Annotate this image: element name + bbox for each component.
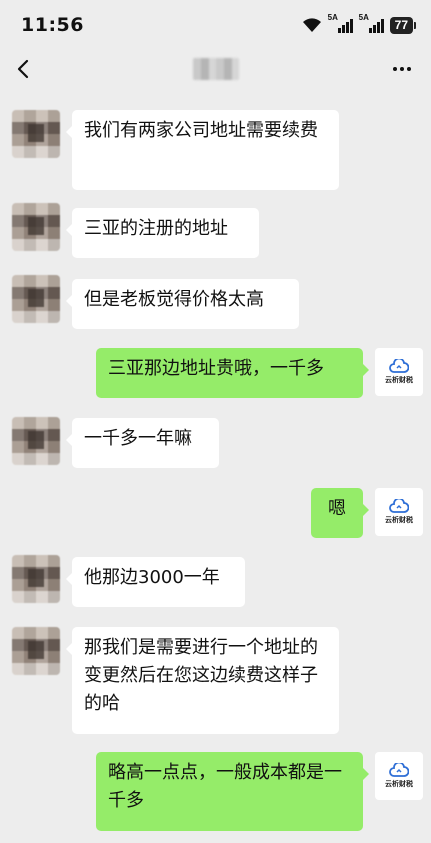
wifi-icon <box>302 18 321 32</box>
brand-name: 云析财税 <box>385 376 413 384</box>
back-button[interactable] <box>10 54 40 84</box>
incoming-message-bubble[interactable]: 那我们是需要进行一个地址的变更然后在您这边续费这样子的哈 <box>66 627 339 734</box>
contact-avatar[interactable] <box>12 110 60 158</box>
my-avatar[interactable]: 云析财税 <box>375 488 423 536</box>
cloud-logo-icon <box>389 499 409 513</box>
brand-name: 云析财税 <box>385 516 413 524</box>
contact-avatar[interactable] <box>12 555 60 603</box>
contact-avatar[interactable] <box>12 627 60 675</box>
signal-label: 5A <box>327 13 338 22</box>
incoming-message-bubble[interactable]: 三亚的注册的地址 <box>66 208 259 258</box>
signal-strength-icon-2: 5A <box>359 13 384 33</box>
more-dots-icon <box>393 67 397 71</box>
outgoing-message-bubble[interactable]: 嗯 <box>311 488 369 538</box>
chevron-left-icon <box>17 59 29 79</box>
incoming-message-bubble[interactable]: 但是老板觉得价格太高 <box>66 279 299 329</box>
outgoing-message-bubble[interactable]: 略高一点点，一般成本都是一千多 <box>96 752 369 831</box>
contact-avatar[interactable] <box>12 417 60 465</box>
more-button[interactable] <box>387 56 417 82</box>
status-time: 11:56 <box>21 14 84 36</box>
cloud-logo-icon <box>389 763 409 777</box>
contact-avatar[interactable] <box>12 275 60 323</box>
signal-label-2: 5A <box>358 13 369 22</box>
chat-header <box>0 50 431 90</box>
chat-title-blurred <box>193 58 239 80</box>
status-bar: 11:56 5A 5A 77 <box>0 0 431 50</box>
incoming-message-bubble[interactable]: 一千多一年嘛 <box>66 418 219 468</box>
brand-name: 云析财税 <box>385 780 413 788</box>
my-avatar[interactable]: 云析财税 <box>375 348 423 396</box>
signal-strength-icon: 5A <box>328 13 353 33</box>
incoming-message-bubble[interactable]: 我们有两家公司地址需要续费 <box>66 110 339 190</box>
status-icons: 5A 5A 77 <box>302 13 417 35</box>
contact-avatar[interactable] <box>12 203 60 251</box>
outgoing-message-bubble[interactable]: 三亚那边地址贵哦，一千多 <box>96 348 369 398</box>
battery-indicator: 77 <box>389 16 417 34</box>
my-avatar[interactable]: 云析财税 <box>375 752 423 800</box>
cloud-logo-icon <box>389 359 409 373</box>
incoming-message-bubble[interactable]: 他那边3000一年 <box>66 557 245 607</box>
